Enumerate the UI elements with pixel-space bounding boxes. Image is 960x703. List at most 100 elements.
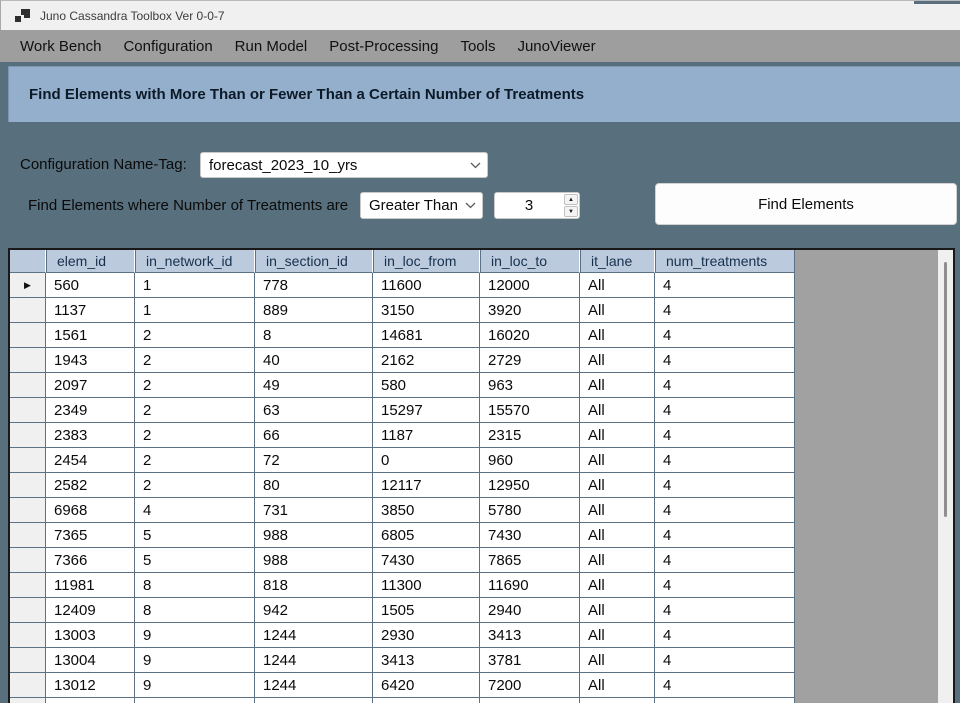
table-cell[interactable]: 2 [135,398,255,423]
table-cell[interactable]: 12117 [373,473,480,498]
table-cell[interactable]: 14681 [373,323,480,348]
table-cell[interactable]: 15297 [373,398,480,423]
table-cell[interactable]: 8 [135,573,255,598]
table-cell[interactable]: 13004 [46,648,135,673]
table-cell[interactable]: 889 [255,298,373,323]
table-cell[interactable]: 2729 [480,348,580,373]
table-cell[interactable]: 560 [46,273,135,298]
table-cell[interactable]: 2930 [373,623,480,648]
table-cell[interactable]: 731 [255,498,373,523]
table-cell[interactable]: 12409 [46,598,135,623]
table-cell[interactable]: 7365 [46,523,135,548]
row-header[interactable] [10,523,46,548]
table-cell[interactable]: 5 [135,523,255,548]
table-cell[interactable]: 11690 [480,573,580,598]
table-cell[interactable]: 2454 [46,448,135,473]
table-cell[interactable]: 11600 [373,273,480,298]
table-cell[interactable]: All [580,298,655,323]
table-cell[interactable]: 1 [135,273,255,298]
table-cell[interactable]: 5 [135,548,255,573]
table-row[interactable]: 1137 1 889 3150 3920 All 4 [10,298,953,323]
table-cell[interactable]: 49 [255,373,373,398]
table-cell[interactable]: 72 [255,448,373,473]
row-header[interactable] [10,473,46,498]
table-cell[interactable]: All [580,348,655,373]
table-cell[interactable]: 7200 [480,673,580,698]
table-row[interactable]: 2454 2 72 0 960 All 4 [10,448,953,473]
table-cell[interactable]: 6968 [46,498,135,523]
table-cell[interactable]: 4 [655,273,795,298]
table-cell[interactable] [480,698,580,703]
table-cell[interactable] [46,698,135,703]
table-cell[interactable]: All [580,523,655,548]
table-cell[interactable]: 1244 [255,673,373,698]
column-header-in-network-id[interactable]: in_network_id [135,250,255,273]
table-cell[interactable]: 960 [480,448,580,473]
table-cell[interactable]: 1187 [373,423,480,448]
table-cell[interactable]: 5780 [480,498,580,523]
table-cell[interactable]: 4 [655,323,795,348]
row-header[interactable] [10,498,46,523]
table-row[interactable]: 7366 5 988 7430 7865 All 4 [10,548,953,573]
menu-item-run-model[interactable]: Run Model [224,30,319,62]
table-cell[interactable]: 80 [255,473,373,498]
table-cell[interactable]: 15570 [480,398,580,423]
spin-up-button[interactable]: ▲ [564,194,578,205]
table-row[interactable]: 13004 9 1244 3413 3781 All 4 [10,648,953,673]
table-cell[interactable] [655,698,795,703]
table-cell[interactable]: 0 [373,448,480,473]
table-row[interactable]: 2349 2 63 15297 15570 All 4 [10,398,953,423]
table-cell[interactable]: 4 [655,398,795,423]
row-header[interactable] [10,573,46,598]
table-row[interactable]: 12409 8 942 1505 2940 All 4 [10,598,953,623]
table-cell[interactable]: All [580,273,655,298]
table-cell[interactable]: All [580,548,655,573]
table-cell[interactable]: 4 [655,523,795,548]
column-header-elem-id[interactable]: elem_id [46,250,135,273]
table-cell[interactable]: 6420 [373,673,480,698]
table-cell[interactable]: 3850 [373,498,480,523]
table-cell[interactable]: 4 [655,673,795,698]
table-cell[interactable]: 9 [135,673,255,698]
table-cell[interactable]: All [580,473,655,498]
table-cell[interactable]: 4 [655,648,795,673]
table-cell[interactable]: 7430 [373,548,480,573]
table-cell[interactable]: 3781 [480,648,580,673]
table-row[interactable]: 6968 4 731 3850 5780 All 4 [10,498,953,523]
table-cell[interactable]: All [580,673,655,698]
table-cell[interactable]: 9 [135,648,255,673]
table-row[interactable]: 1943 2 40 2162 2729 All 4 [10,348,953,373]
table-cell[interactable]: 818 [255,573,373,598]
table-cell[interactable]: All [580,448,655,473]
config-name-tag-combobox[interactable]: forecast_2023_10_yrs [200,152,488,178]
column-header-num-treatments[interactable]: num_treatments [655,250,795,273]
column-header-in-section-id[interactable]: in_section_id [255,250,373,273]
column-header-it-lane[interactable]: it_lane [580,250,655,273]
table-cell[interactable]: 13012 [46,673,135,698]
row-header[interactable] [10,398,46,423]
table-cell[interactable]: 2582 [46,473,135,498]
spin-down-button[interactable]: ▼ [564,206,578,217]
table-cell[interactable]: 4 [655,298,795,323]
row-header[interactable] [10,323,46,348]
table-cell[interactable]: 7430 [480,523,580,548]
table-cell[interactable]: 63 [255,398,373,423]
table-cell[interactable]: 2 [135,473,255,498]
table-cell[interactable]: 580 [373,373,480,398]
table-cell[interactable]: 2 [135,448,255,473]
table-cell[interactable]: All [580,623,655,648]
table-cell[interactable]: 4 [135,498,255,523]
table-cell[interactable]: 2162 [373,348,480,373]
treatments-count-stepper[interactable]: 3 ▲ ▼ [494,192,580,219]
table-cell[interactable]: 4 [655,573,795,598]
menu-item-tools[interactable]: Tools [449,30,506,62]
table-cell[interactable]: 7865 [480,548,580,573]
menu-item-work-bench[interactable]: Work Bench [9,30,112,62]
table-cell[interactable]: 40 [255,348,373,373]
table-cell[interactable]: 7366 [46,548,135,573]
row-header[interactable]: ▶ [10,273,46,298]
table-cell[interactable]: 1244 [255,623,373,648]
table-row[interactable]: 13003 9 1244 2930 3413 All 4 [10,623,953,648]
table-cell[interactable] [373,698,480,703]
table-row[interactable]: 13012 9 1244 6420 7200 All 4 [10,673,953,698]
